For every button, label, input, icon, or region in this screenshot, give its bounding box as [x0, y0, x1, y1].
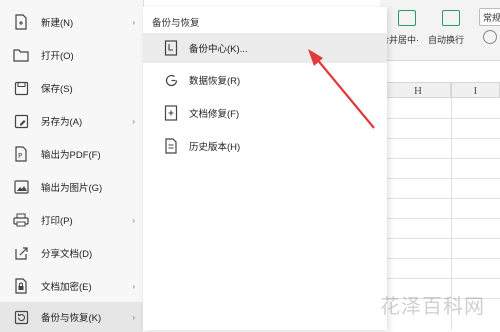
annotation-arrow [308, 49, 375, 129]
watermark: 花泽百科网 [380, 294, 485, 318]
